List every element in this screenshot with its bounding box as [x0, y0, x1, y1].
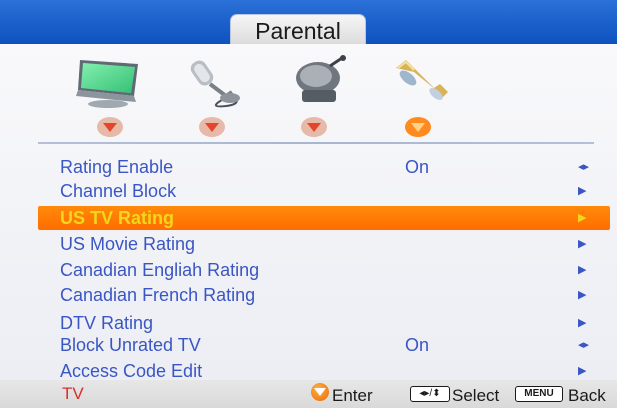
parental-icon[interactable] — [388, 54, 458, 112]
enter-hint: Enter — [332, 386, 373, 405]
menu-item-label: Channel Block — [60, 181, 177, 201]
menu-item-us-movie-rating[interactable]: US Movie Rating ▶ — [0, 232, 617, 258]
menu-item-block-unrated-tv[interactable]: Block Unrated TV On ◂▸ — [0, 333, 617, 359]
right-arrow-icon: ▶ — [578, 289, 587, 301]
help-bar: TV Enter ◂▸/⬍ Select MENU Back — [0, 380, 617, 408]
parental-marker-icon — [404, 116, 432, 138]
select-hint: Select — [452, 386, 500, 405]
menu-item-value: On — [405, 335, 430, 355]
menu-divider — [38, 142, 594, 144]
setup-marker-icon — [300, 116, 328, 138]
picture-icon[interactable] — [74, 54, 154, 112]
right-arrow-icon: ▶ — [578, 238, 587, 250]
right-arrow-icon: ▶ — [578, 212, 587, 224]
right-arrow-icon: ▶ — [578, 185, 587, 197]
arrow-keys-icon: ◂▸/⬍ — [410, 386, 450, 402]
menu-item-label: Rating Enable — [60, 157, 174, 177]
title-bar: Parental — [0, 0, 617, 44]
menu-item-label: US TV Rating — [60, 208, 175, 228]
right-arrow-icon: ▶ — [578, 264, 587, 276]
enter-button-icon — [311, 383, 329, 401]
right-arrow-icon: ▶ — [578, 365, 587, 377]
menu-item-label: DTV Rating — [60, 313, 154, 333]
menu-item-canadian-french-rating[interactable]: Canadian French Rating ▶ — [0, 283, 617, 309]
setup-icon[interactable] — [288, 54, 358, 112]
menu-key-icon: MENU — [515, 386, 563, 402]
osd-screen: Parental Rating Enable On ◂▸ Channel Blo… — [0, 0, 617, 408]
input-source-label: TV — [62, 384, 84, 403]
menu-item-us-tv-rating[interactable]: US TV Rating ▶ — [0, 206, 617, 232]
menu-item-label: Canadian French Rating — [60, 285, 256, 305]
menu-item-channel-block[interactable]: Channel Block ▶ — [0, 179, 617, 205]
menu-item-label: Canadian Engliah Rating — [60, 260, 260, 280]
left-right-arrow-icon: ◂▸ — [578, 339, 590, 351]
page-title: Parental — [230, 14, 366, 44]
menu-item-value: On — [405, 157, 430, 177]
menu-item-canadian-english-rating[interactable]: Canadian Engliah Rating ▶ — [0, 258, 617, 284]
picture-marker-icon — [96, 116, 124, 138]
back-hint: Back — [568, 386, 606, 405]
audio-marker-icon — [198, 116, 226, 138]
right-arrow-icon: ▶ — [578, 317, 587, 329]
audio-icon[interactable] — [186, 54, 256, 112]
menu-item-rating-enable[interactable]: Rating Enable On ◂▸ — [0, 155, 617, 181]
left-right-arrow-icon: ◂▸ — [578, 161, 590, 173]
menu-item-label: Block Unrated TV — [60, 335, 201, 355]
menu-item-label: US Movie Rating — [60, 234, 196, 254]
